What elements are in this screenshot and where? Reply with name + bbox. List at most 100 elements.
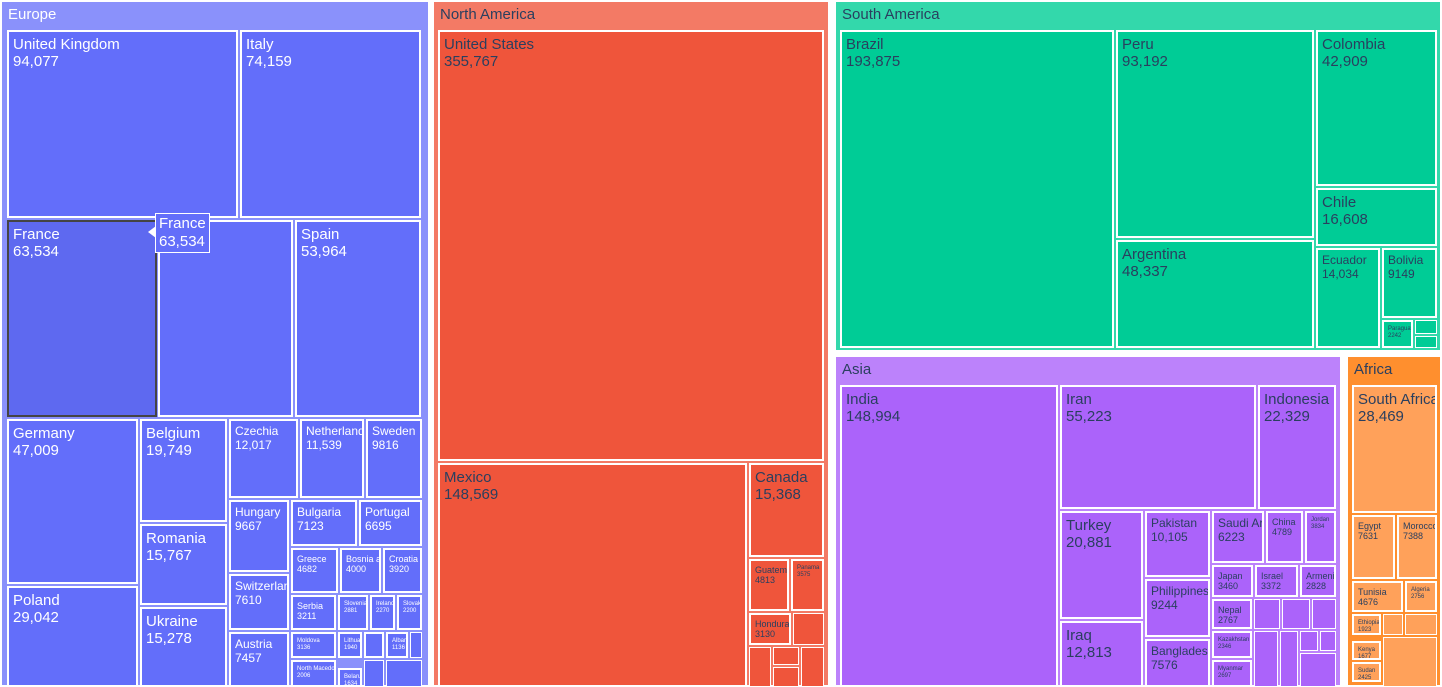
leaf-tile-romania[interactable]: Romania 15,767: [140, 524, 227, 605]
leaf-tile-bolivia[interactable]: Bolivia 9149: [1382, 248, 1437, 318]
minor-leaf-tile[interactable]: [1254, 599, 1280, 629]
leaf-tile-netherlands[interactable]: Netherlands11,539: [300, 419, 364, 498]
leaf-tile-slovenia[interactable]: Slovenia 2881: [338, 595, 368, 630]
leaf-tile-bosnia-and-herzegovina[interactable]: Bosnia and Herzegovina4000: [340, 548, 381, 593]
leaf-tile-brazil[interactable]: Brazil 193,875: [840, 30, 1114, 348]
leaf-tile-denmark[interactable]: [364, 632, 384, 658]
minor-leaf-tile[interactable]: [793, 613, 824, 645]
leaf-tile-czechia[interactable]: Czechia 12,017: [229, 419, 298, 498]
leaf-tile-bulgaria[interactable]: Bulgaria 7123: [291, 500, 357, 546]
leaf-tile-indonesia[interactable]: Indonesia 22,329: [1258, 385, 1336, 509]
leaf-tile-serbia[interactable]: Serbia 3211: [291, 595, 336, 630]
leaf-tile-albania[interactable]: Albania1136: [386, 632, 408, 658]
tile-name-slovakia: Slovakia: [403, 601, 422, 607]
leaf-tile-saudi-arabia[interactable]: Saudi Arabia6223: [1212, 511, 1264, 563]
leaf-tile-italy[interactable]: Italy 74,159: [240, 30, 421, 218]
leaf-tile-peru[interactable]: Peru 93,192: [1116, 30, 1314, 238]
leaf-tile-iraq[interactable]: Iraq 12,813: [1060, 621, 1143, 687]
leaf-tile-hungary[interactable]: Hungary 9667: [229, 500, 289, 572]
tile-name-algeria: Algeria: [1411, 587, 1430, 593]
leaf-tile-sudan[interactable]: Sudan 2425: [1352, 662, 1381, 682]
leaf-tile-lithuania[interactable]: Lithuania1940: [338, 632, 362, 658]
tile-value-austria: 7457: [235, 650, 262, 665]
leaf-tile-panama[interactable]: Panama 3575: [791, 559, 824, 611]
minor-leaf-tile[interactable]: [1415, 320, 1437, 334]
leaf-tile-pakistan[interactable]: Pakistan 10,105: [1145, 511, 1210, 577]
leaf-tile-iran[interactable]: Iran 55,223: [1060, 385, 1256, 509]
minor-leaf-tile[interactable]: [773, 667, 799, 687]
leaf-tile-spain[interactable]: Spain 53,964: [295, 220, 421, 417]
leaf-tile-belarus[interactable]: Belarus1634: [338, 668, 362, 687]
leaf-tile-croatia[interactable]: Croatia 3920: [383, 548, 422, 593]
minor-leaf-tile[interactable]: [1320, 631, 1336, 651]
leaf-tile-mexico[interactable]: Mexico 148,569: [438, 463, 747, 687]
leaf-tile-paraguay[interactable]: Paraguay 2242: [1382, 320, 1413, 348]
leaf-tile-japan[interactable]: Japan 3460: [1212, 565, 1253, 597]
leaf-tile-philippines[interactable]: Philippines 9244: [1145, 579, 1210, 637]
leaf-tile-ecuador[interactable]: Ecuador 14,034: [1316, 248, 1380, 348]
leaf-tile-kenya[interactable]: Kenya 1677: [1352, 641, 1381, 660]
minor-leaf-tile[interactable]: [749, 647, 771, 687]
leaf-tile-sweden[interactable]: Sweden 9816: [366, 419, 422, 498]
leaf-tile-canada[interactable]: Canada 15,368: [749, 463, 824, 557]
leaf-tile-moldova[interactable]: Moldova 3136: [291, 632, 336, 658]
leaf-tile-algeria[interactable]: Algeria 2756: [1405, 581, 1437, 612]
tile-name-sudan: Sudan: [1358, 668, 1376, 674]
leaf-tile-guatemala[interactable]: Guatemala4813: [749, 559, 789, 611]
leaf-tile-armenia[interactable]: Armenia2828: [1300, 565, 1336, 597]
minor-leaf-tile[interactable]: [773, 647, 799, 665]
minor-leaf-tile[interactable]: [1405, 614, 1437, 635]
minor-leaf-tile[interactable]: [386, 660, 422, 687]
leaf-tile-united-states[interactable]: United States 355,767: [438, 30, 824, 461]
leaf-tile-turkey[interactable]: Turkey 20,881: [1060, 511, 1143, 619]
leaf-tile-india[interactable]: India 148,994: [840, 385, 1058, 687]
leaf-tile-greece[interactable]: Greece 4682: [291, 548, 338, 593]
leaf-tile-france[interactable]: France 63,534: [7, 220, 157, 417]
minor-leaf-tile[interactable]: [410, 632, 422, 658]
leaf-tile-tunisia[interactable]: Tunisia 4676: [1352, 581, 1403, 612]
leaf-tile-chile[interactable]: Chile 16,608: [1316, 188, 1437, 246]
minor-leaf-tile[interactable]: [1280, 631, 1298, 687]
tile-text: Poland 29,042: [13, 592, 60, 627]
tile-value-argentina: 48,337: [1122, 263, 1168, 281]
leaf-tile-ethiopia[interactable]: Ethiopia 1923: [1352, 614, 1381, 635]
minor-leaf-tile[interactable]: [801, 647, 824, 687]
leaf-tile-bangladesh[interactable]: Bangladesh 7576: [1145, 639, 1210, 687]
leaf-tile-kazakhstan[interactable]: Kazakhstan 2346: [1212, 631, 1252, 658]
leaf-tile-argentina[interactable]: Argentina 48,337: [1116, 240, 1314, 348]
leaf-tile-honduras[interactable]: Honduras 3130: [749, 613, 791, 645]
minor-leaf-tile[interactable]: [1300, 631, 1318, 651]
leaf-tile-south-africa[interactable]: South Africa 28,469: [1352, 385, 1437, 513]
leaf-tile-north-macedonia[interactable]: North Macedonia2006: [291, 660, 336, 687]
leaf-tile-switzerland[interactable]: Switzerland7610: [229, 574, 289, 630]
leaf-tile-china[interactable]: China 4789: [1266, 511, 1303, 563]
minor-leaf-tile[interactable]: [1415, 336, 1437, 348]
minor-leaf-tile[interactable]: [364, 660, 384, 687]
leaf-tile-ireland[interactable]: Ireland 2270: [370, 595, 395, 630]
leaf-tile-myanmar[interactable]: Myanmar 2697: [1212, 660, 1252, 687]
leaf-tile-poland[interactable]: Poland 29,042: [7, 586, 138, 687]
leaf-tile-belgium[interactable]: Belgium 19,749: [140, 419, 227, 522]
leaf-tile-austria[interactable]: Austria 7457: [229, 632, 289, 687]
leaf-tile-portugal[interactable]: Portugal 6695: [359, 500, 422, 546]
leaf-tile-ukraine[interactable]: Ukraine 15,278: [140, 607, 227, 687]
minor-leaf-tile[interactable]: [1254, 631, 1278, 687]
leaf-tile-germany[interactable]: Germany 47,009: [7, 419, 138, 584]
minor-leaf-tile[interactable]: [1312, 599, 1336, 629]
leaf-tile-slovakia[interactable]: Slovakia2200: [397, 595, 422, 630]
tile-name-spain: Spain: [301, 226, 340, 243]
leaf-tile-colombia[interactable]: Colombia 42,909: [1316, 30, 1437, 186]
leaf-tile-jordan[interactable]: Jordan 3834: [1305, 511, 1336, 563]
leaf-tile-israel[interactable]: Israel 3372: [1255, 565, 1298, 597]
minor-leaf-tile[interactable]: [1282, 599, 1310, 629]
tile-name-czechia: Czechia: [235, 424, 279, 438]
leaf-tile-morocco[interactable]: Morocco 7388: [1397, 515, 1437, 579]
leaf-tile-united-kingdom[interactable]: United Kingdom 94,077: [7, 30, 238, 218]
minor-leaf-tile[interactable]: [1383, 614, 1403, 635]
minor-leaf-tile[interactable]: [1300, 653, 1336, 687]
minor-leaf-tile[interactable]: [1383, 637, 1437, 687]
leaf-tile-egypt[interactable]: Egypt 7631: [1352, 515, 1395, 579]
tile-value-canada: 15,368: [755, 486, 801, 504]
tile-value-lithuania: 1940: [344, 644, 358, 651]
leaf-tile-nepal[interactable]: Nepal 2767: [1212, 599, 1252, 629]
